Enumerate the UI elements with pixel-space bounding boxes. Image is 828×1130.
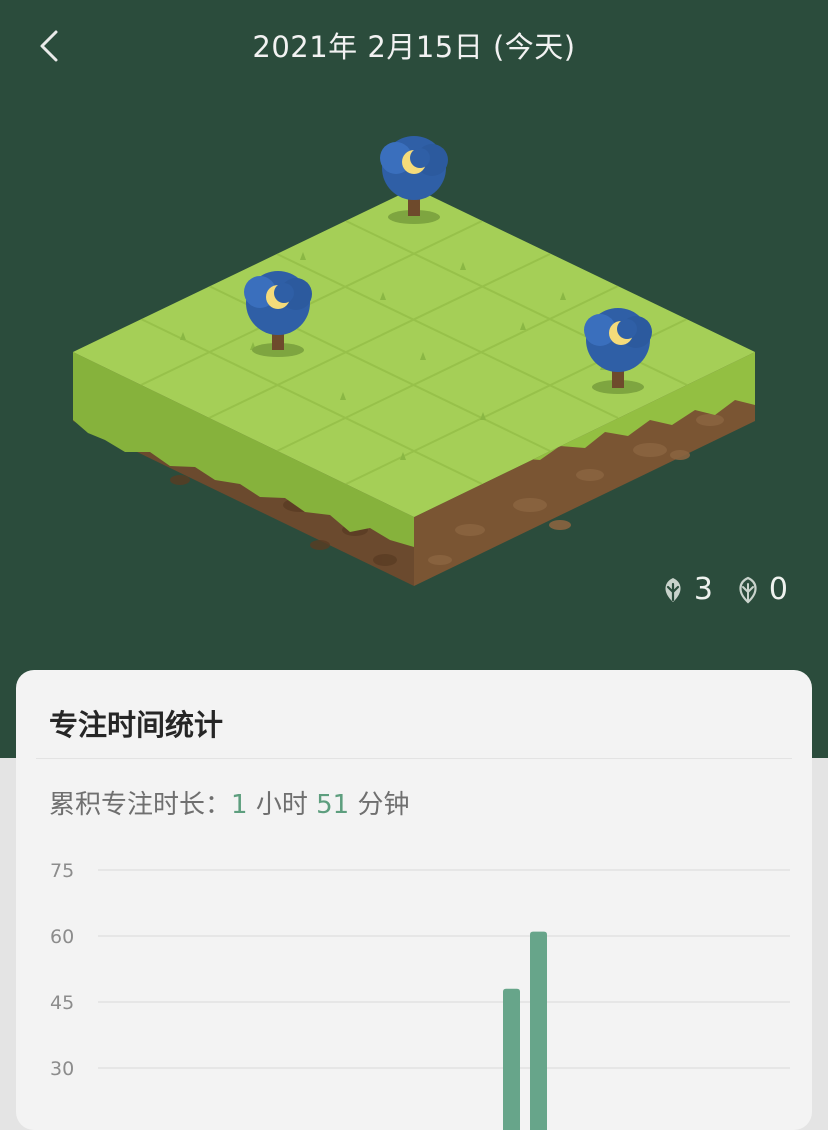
y-tick-label: 45 [50,992,74,1014]
withered-leaf-icon [739,576,757,603]
minutes-value: 51 [316,790,350,820]
healthy-tree-count: 3 [660,572,713,607]
cumulative-focus-time: 累积专注时长：1 小时 51 分钟 [49,784,409,821]
page-title: 2021年 2月15日 (今天) [252,30,576,64]
focus-stats-card: 专注时间统计 累积专注时长：1 小时 51 分钟 75 60 45 30 [16,670,812,1130]
forest-header-area: 2021年 2月15日 (今天) 3 0 [0,0,828,758]
hours-unit: 小时 [255,790,308,820]
y-tick-label: 30 [50,1058,74,1080]
y-tick-label: 75 [50,860,74,882]
withered-tree-count: 0 [735,572,788,607]
focus-bar-chart: 75 60 45 30 [50,860,790,1130]
cumulative-label: 累积专注时长： [49,790,232,820]
card-title: 专注时间统计 [49,708,224,742]
y-tick-label: 60 [50,926,74,948]
minutes-unit: 分钟 [357,790,410,820]
withered-count-value: 0 [768,572,788,607]
tree-counts: 3 0 [660,572,788,607]
leaf-icon [665,577,681,602]
chart-bar[interactable] [530,931,547,1130]
divider [36,758,792,759]
chart-bar[interactable] [503,988,520,1130]
healthy-count-value: 3 [693,572,713,607]
hours-value: 1 [231,790,248,820]
forest-island [73,136,755,586]
